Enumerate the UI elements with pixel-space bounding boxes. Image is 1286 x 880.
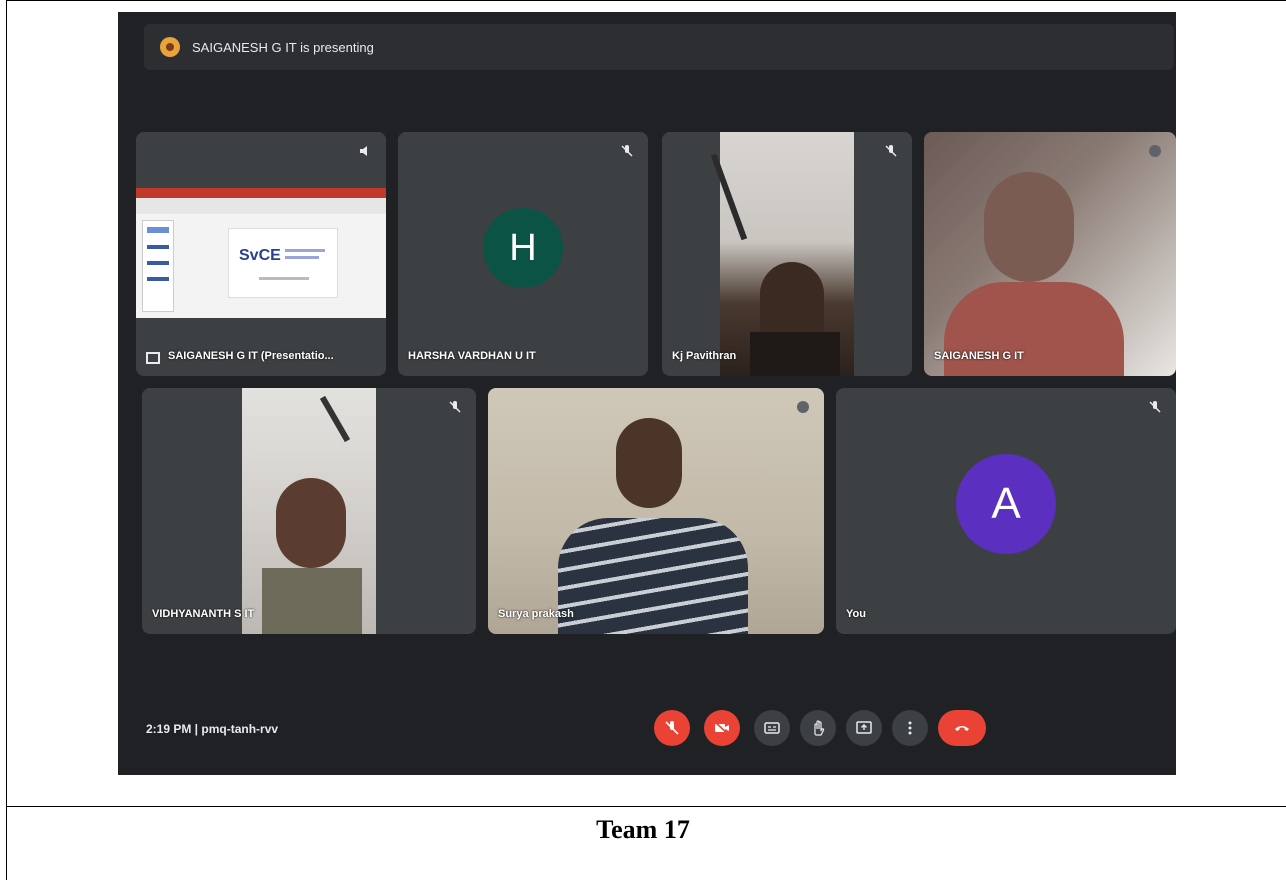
tile-saiganesh[interactable]: SAIGANESH G IT bbox=[924, 132, 1176, 376]
presenting-banner: SAIGANESH G IT is presenting bbox=[144, 24, 1174, 70]
bottom-bar: 2:19 PM | pmq-tanh-rvv bbox=[118, 692, 1176, 775]
raise-hand-button[interactable] bbox=[800, 710, 836, 746]
tile-pavithran[interactable]: Kj Pavithran bbox=[662, 132, 912, 376]
end-call-icon bbox=[955, 726, 969, 731]
presenting-text: SAIGANESH G IT is presenting bbox=[192, 39, 374, 55]
present-icon bbox=[856, 721, 872, 734]
raise-hand-icon bbox=[814, 720, 825, 736]
speaker-icon bbox=[358, 144, 372, 158]
tile-presentation[interactable]: SvCE SAIGANESH G IT (Presentatio... bbox=[136, 132, 386, 376]
avatar: H bbox=[483, 208, 563, 288]
participant-name: VIDHYANANTH S IT bbox=[152, 608, 255, 620]
mic-off-icon bbox=[884, 144, 898, 158]
mic-off-icon bbox=[448, 400, 462, 414]
participant-name: SAIGANESH G IT bbox=[934, 350, 1024, 362]
participant-name: Surya prakash bbox=[498, 608, 574, 620]
slide-preview: SvCE bbox=[136, 188, 386, 318]
caption: Team 17 bbox=[596, 815, 690, 844]
mic-off-icon bbox=[1148, 400, 1162, 414]
captions-icon bbox=[764, 722, 780, 734]
camera-off-icon bbox=[714, 721, 729, 735]
more-icon bbox=[908, 721, 912, 735]
presenter-avatar bbox=[160, 37, 180, 57]
table-divider bbox=[6, 806, 1286, 807]
slide-logo: SvCE bbox=[239, 247, 281, 264]
mic-off-icon bbox=[620, 144, 634, 158]
present-screen-icon bbox=[146, 352, 160, 364]
present-button[interactable] bbox=[846, 710, 882, 746]
participant-name: You bbox=[846, 608, 866, 620]
end-call-button[interactable] bbox=[938, 710, 986, 746]
tile-vidhyananth[interactable]: VIDHYANANTH S IT bbox=[142, 388, 476, 634]
participant-video bbox=[924, 132, 1176, 376]
participant-name: Kj Pavithran bbox=[672, 350, 737, 362]
more-options-button[interactable] bbox=[892, 710, 928, 746]
participant-name: HARSHA VARDHAN U IT bbox=[408, 350, 536, 362]
mic-toggle-button[interactable] bbox=[654, 710, 690, 746]
camera-status-icon bbox=[1148, 144, 1162, 158]
participant-video bbox=[488, 388, 824, 634]
participant-name: SAIGANESH G IT (Presentatio... bbox=[168, 350, 334, 362]
camera-status-icon bbox=[796, 400, 810, 414]
avatar: A bbox=[956, 454, 1056, 554]
captions-button[interactable] bbox=[754, 710, 790, 746]
meeting-info: 2:19 PM | pmq-tanh-rvv bbox=[146, 722, 279, 736]
participant-video bbox=[710, 132, 854, 376]
mic-off-icon bbox=[665, 721, 679, 735]
tile-harsha[interactable]: H HARSHA VARDHAN U IT bbox=[398, 132, 648, 376]
participant-video bbox=[242, 388, 376, 634]
tile-you[interactable]: A You bbox=[836, 388, 1176, 634]
camera-toggle-button[interactable] bbox=[704, 710, 740, 746]
meet-screenshot: SAIGANESH G IT is presenting SvCE SAIGAN… bbox=[118, 12, 1176, 775]
tile-surya[interactable]: Surya prakash bbox=[488, 388, 824, 634]
